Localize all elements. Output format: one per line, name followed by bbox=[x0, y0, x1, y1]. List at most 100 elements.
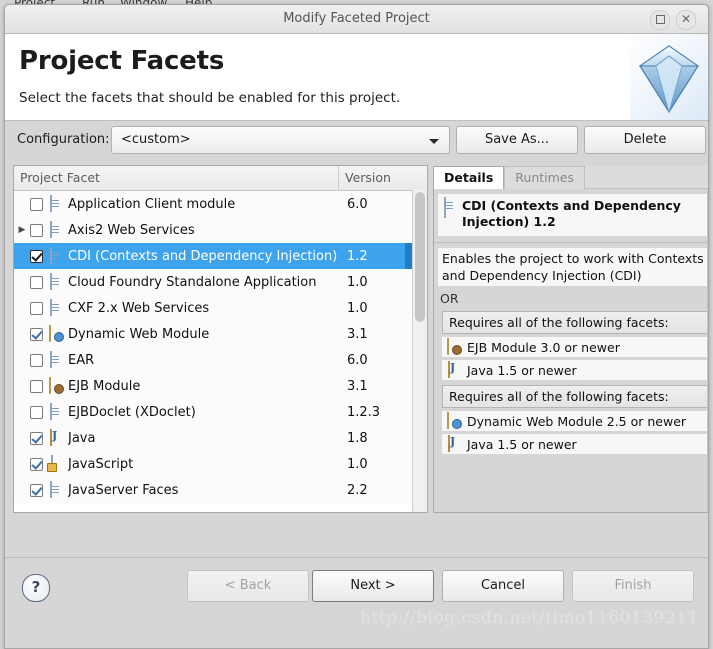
document-icon bbox=[48, 403, 64, 420]
table-header: Project Facet Version bbox=[14, 166, 427, 191]
facet-version: 2.2 bbox=[347, 482, 368, 498]
facet-name: Java bbox=[68, 430, 96, 446]
ejb-jar-icon bbox=[446, 338, 462, 355]
facet-checkbox[interactable] bbox=[30, 457, 43, 471]
requirement-label: Java 1.5 or newer bbox=[467, 436, 577, 452]
configuration-select[interactable]: <custom> bbox=[111, 126, 450, 154]
table-row[interactable]: CXF 2.x Web Services 1.0 bbox=[14, 295, 427, 321]
web-module-icon bbox=[48, 325, 64, 342]
facet-list-scrollbar[interactable] bbox=[412, 190, 427, 512]
tab-details[interactable]: Details bbox=[433, 166, 505, 189]
project-facet-table: Project Facet Version Application Client… bbox=[13, 165, 428, 513]
facet-checkbox[interactable] bbox=[30, 301, 43, 315]
requirement-item: Java 1.5 or newer bbox=[442, 434, 708, 454]
table-row[interactable]: EAR6.0▼ bbox=[14, 347, 427, 373]
facet-checkbox[interactable] bbox=[30, 249, 43, 263]
document-icon bbox=[48, 247, 64, 264]
facet-checkbox[interactable] bbox=[30, 197, 43, 211]
facet-name: JavaServer Faces bbox=[68, 482, 179, 498]
document-icon bbox=[48, 195, 64, 212]
ejb-jar-icon bbox=[48, 377, 64, 394]
maximize-icon[interactable] bbox=[650, 10, 670, 30]
facet-name: Cloud Foundry Standalone Application bbox=[68, 274, 317, 290]
facet-name: EJB Module bbox=[68, 378, 141, 394]
table-row[interactable]: EJBDoclet (XDoclet)1.2.3▼ bbox=[14, 399, 427, 425]
table-row[interactable]: ▶ Axis2 Web Services bbox=[14, 217, 427, 243]
table-row[interactable]: Application Client module6.0▼ bbox=[14, 191, 427, 217]
column-header-version[interactable]: Version bbox=[339, 166, 427, 190]
facet-version: 1.2 bbox=[347, 248, 368, 264]
close-icon[interactable]: ✕ bbox=[676, 10, 696, 30]
requirement-item: Dynamic Web Module 2.5 or newer bbox=[442, 411, 708, 431]
requirement-item: Java 1.5 or newer bbox=[442, 360, 708, 380]
next-button[interactable]: Next > bbox=[312, 570, 434, 602]
requirement-item: EJB Module 3.0 or newer bbox=[442, 337, 708, 357]
facet-checkbox[interactable] bbox=[30, 353, 43, 367]
watermark-text: http://blog.csdn.net/timo1160139211 bbox=[360, 608, 699, 628]
facet-version: 1.0 bbox=[347, 300, 368, 316]
or-label: OR bbox=[440, 291, 459, 306]
facet-version: 6.0 bbox=[347, 352, 368, 368]
facet-checkbox[interactable] bbox=[30, 483, 43, 497]
table-row[interactable]: Java1.8▼ bbox=[14, 425, 427, 451]
page-title: Project Facets bbox=[19, 46, 225, 76]
facet-version: 3.1 bbox=[347, 326, 368, 342]
requirement-groups: Requires all of the following facets: EJB… bbox=[434, 311, 708, 454]
table-row[interactable]: EJB Module3.1▼ bbox=[14, 373, 427, 399]
modify-faceted-project-dialog: Modify Faceted Project ✕ Project Facets … bbox=[4, 4, 709, 649]
facet-checkbox[interactable] bbox=[30, 379, 43, 393]
requirement-group-header: Requires all of the following facets: bbox=[442, 385, 708, 408]
expand-arrow-icon[interactable]: ▶ bbox=[14, 225, 30, 235]
table-row[interactable]: Dynamic Web Module3.1▼ bbox=[14, 321, 427, 347]
diamond-gem-icon bbox=[630, 34, 708, 120]
help-icon[interactable]: ? bbox=[22, 574, 50, 602]
save-as-button[interactable]: Save As... bbox=[456, 126, 578, 154]
facet-name: JavaScript bbox=[68, 456, 134, 472]
configuration-label: Configuration: bbox=[17, 132, 110, 147]
chevron-down-icon bbox=[429, 139, 439, 144]
facet-name: CXF 2.x Web Services bbox=[68, 300, 210, 316]
delete-button[interactable]: Delete bbox=[584, 126, 706, 154]
table-row[interactable]: JavaScript 1.0 bbox=[14, 451, 427, 477]
facet-name: CDI (Contexts and Dependency Injection) bbox=[68, 248, 338, 264]
configuration-value: <custom> bbox=[121, 132, 191, 147]
table-body: Application Client module6.0▼▶Axis2 Web … bbox=[14, 191, 427, 503]
table-row[interactable]: JavaServer Faces2.2▼ bbox=[14, 477, 427, 503]
finish-button[interactable]: Finish bbox=[572, 570, 694, 602]
tabstrip-filler bbox=[585, 166, 708, 189]
dialog-title: Modify Faceted Project bbox=[283, 11, 430, 26]
facet-checkbox[interactable] bbox=[30, 223, 43, 237]
facet-name: Application Client module bbox=[68, 196, 236, 212]
facet-checkbox[interactable] bbox=[30, 431, 43, 445]
facet-version: 3.1 bbox=[347, 378, 368, 394]
facet-checkbox[interactable] bbox=[30, 405, 43, 419]
facet-list-scrollbar-thumb[interactable] bbox=[415, 192, 425, 322]
table-row[interactable]: Cloud Foundry Standalone Application 1.0 bbox=[14, 269, 427, 295]
table-row[interactable]: CDI (Contexts and Dependency Injection) 1… bbox=[14, 243, 427, 269]
document-icon bbox=[48, 221, 64, 238]
facet-version: 1.0 bbox=[347, 456, 368, 472]
divider bbox=[434, 242, 708, 243]
selected-facet-header: CDI (Contexts and Dependency Injection) … bbox=[438, 194, 707, 236]
details-tabstrip: Details Runtimes bbox=[433, 165, 708, 189]
facet-checkbox[interactable] bbox=[30, 275, 43, 289]
column-header-project-facet[interactable]: Project Facet bbox=[14, 166, 339, 190]
facet-version: 6.0 bbox=[347, 196, 368, 212]
requirement-label: Dynamic Web Module 2.5 or newer bbox=[467, 413, 687, 429]
details-scrollbar[interactable] bbox=[707, 189, 708, 512]
cancel-button[interactable]: Cancel bbox=[442, 570, 564, 602]
document-icon bbox=[48, 351, 64, 368]
web-module-icon bbox=[446, 412, 462, 429]
document-icon bbox=[48, 481, 64, 498]
facet-description: Enables the project to work with Context… bbox=[438, 248, 708, 286]
back-button[interactable]: < Back bbox=[187, 570, 309, 602]
requirement-label: Java 1.5 or newer bbox=[467, 362, 577, 378]
requirement-group-header: Requires all of the following facets: bbox=[442, 311, 708, 334]
tab-runtimes[interactable]: Runtimes bbox=[504, 166, 586, 189]
facet-version: 1.8 bbox=[347, 430, 368, 446]
dialog-header: Project Facets Select the facets that sh… bbox=[5, 34, 708, 121]
java-icon bbox=[446, 435, 462, 452]
requirement-label: EJB Module 3.0 or newer bbox=[467, 339, 620, 355]
document-icon bbox=[442, 197, 458, 218]
facet-checkbox[interactable] bbox=[30, 327, 43, 341]
